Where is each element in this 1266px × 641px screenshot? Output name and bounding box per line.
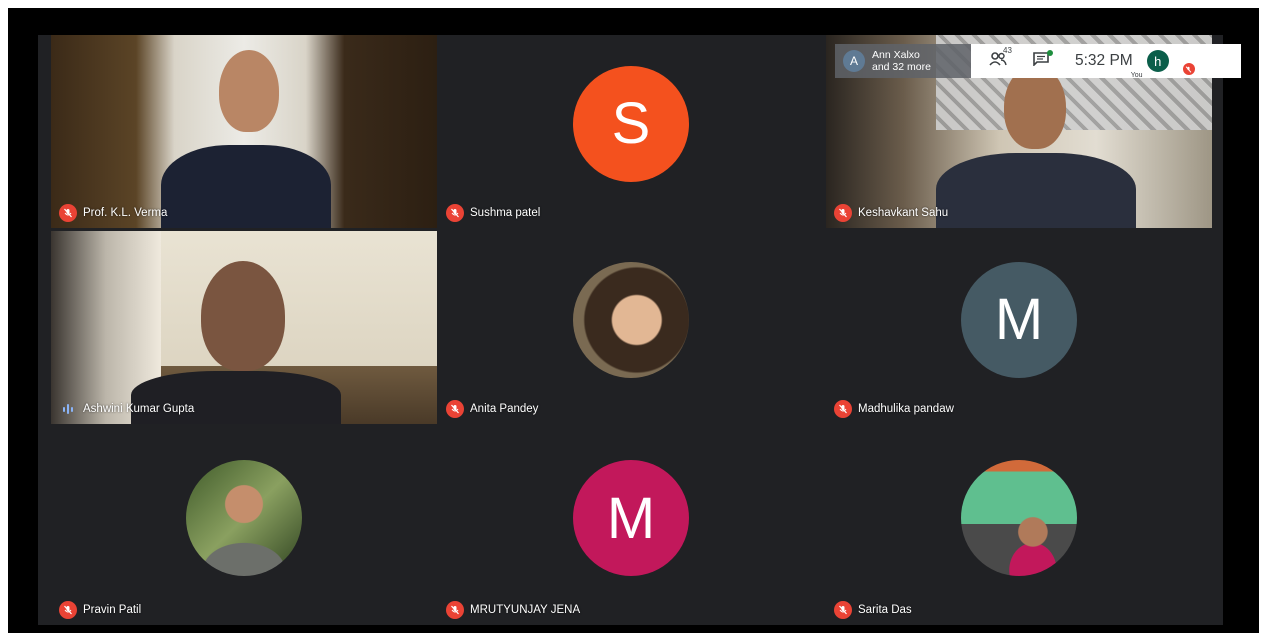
mic-off-icon <box>446 601 464 619</box>
presenter-name: Ann Xalxo <box>872 49 920 61</box>
participant-name: Keshavkant Sahu <box>858 207 949 219</box>
others-count: and 32 more <box>872 61 931 73</box>
participant-tile-anita[interactable]: Anita Pandey <box>438 231 824 424</box>
participant-name: Sarita Das <box>858 604 912 616</box>
speaking-indicator-icon <box>59 400 77 418</box>
unread-dot <box>1047 49 1053 56</box>
video-person <box>161 145 331 228</box>
participant-name: Anita Pandey <box>470 403 539 415</box>
mic-off-icon <box>834 204 852 222</box>
mic-off-icon <box>446 400 464 418</box>
tile-nameplate: Ashwini Kumar Gupta <box>59 400 194 418</box>
mic-off-icon <box>834 400 852 418</box>
video-person-head <box>219 50 279 132</box>
tile-nameplate: MRUTYUNJAY JENA <box>446 601 580 619</box>
avatar <box>961 460 1077 577</box>
avatar: S <box>573 65 689 182</box>
participant-name: Prof. K.L. Verma <box>83 207 168 219</box>
participant-tile-madhulika[interactable]: M Madhulika pandaw <box>826 231 1212 424</box>
participant-tile-verma[interactable]: Prof. K.L. Verma <box>51 35 437 228</box>
presenter-text: Ann Xalxo and 32 more <box>872 49 931 73</box>
participant-name: Sushma patel <box>470 207 541 219</box>
meeting-controls: 43 5:32 PM h You <box>971 44 1241 79</box>
participant-tile-ashwini[interactable]: Ashwini Kumar Gupta <box>51 231 437 424</box>
participant-name: Pravin Patil <box>83 604 142 616</box>
mic-off-icon <box>834 601 852 619</box>
self-mic-off-icon <box>1182 63 1195 75</box>
mic-off-icon <box>446 204 464 222</box>
presenter-chip[interactable]: A Ann Xalxo and 32 more <box>835 44 971 78</box>
participant-name: Ashwini Kumar Gupta <box>83 403 195 415</box>
presenter-avatar: A <box>843 50 865 72</box>
video-person-head <box>201 261 285 371</box>
video-person <box>936 153 1136 228</box>
avatar <box>573 261 689 378</box>
tile-nameplate: Keshavkant Sahu <box>834 204 948 222</box>
mic-off-icon <box>59 204 77 222</box>
participant-tile-sarita[interactable]: Sarita Das <box>826 427 1212 625</box>
tile-nameplate: Prof. K.L. Verma <box>59 204 167 222</box>
meeting-header-overlay: A Ann Xalxo and 32 more 43 5:32 PM h You <box>835 44 1241 79</box>
tile-nameplate: Pravin Patil <box>59 601 141 619</box>
self-avatar[interactable]: h You <box>1131 50 1195 79</box>
mic-off-icon <box>59 601 77 619</box>
avatar: M <box>961 261 1077 378</box>
participants-icon[interactable]: 43 <box>989 46 1012 71</box>
participant-tile-sushma[interactable]: S Sushma patel <box>438 35 824 228</box>
meeting-grid: Prof. K.L. Verma S Sushma patel Keshavka… <box>38 35 1223 625</box>
participant-name: Madhulika pandaw <box>858 403 954 415</box>
participants-count: 43 <box>1003 45 1012 55</box>
tile-nameplate: Sarita Das <box>834 601 912 619</box>
tile-nameplate: Anita Pandey <box>446 400 538 418</box>
screenshot-frame: Prof. K.L. Verma S Sushma patel Keshavka… <box>8 8 1259 633</box>
self-initial: h <box>1154 53 1162 69</box>
participant-tile-pravin[interactable]: Pravin Patil <box>51 427 437 625</box>
tile-nameplate: Sushma patel <box>446 204 540 222</box>
self-label: You <box>1130 72 1143 79</box>
avatar: M <box>573 460 689 577</box>
clock: 5:32 PM <box>1075 52 1133 69</box>
avatar <box>186 460 302 577</box>
tile-nameplate: Madhulika pandaw <box>834 400 954 418</box>
chat-icon[interactable] <box>1033 49 1053 71</box>
participant-tile-mrutyunjay[interactable]: M MRUTYUNJAY JENA <box>438 427 824 625</box>
participant-name: MRUTYUNJAY JENA <box>470 604 581 616</box>
